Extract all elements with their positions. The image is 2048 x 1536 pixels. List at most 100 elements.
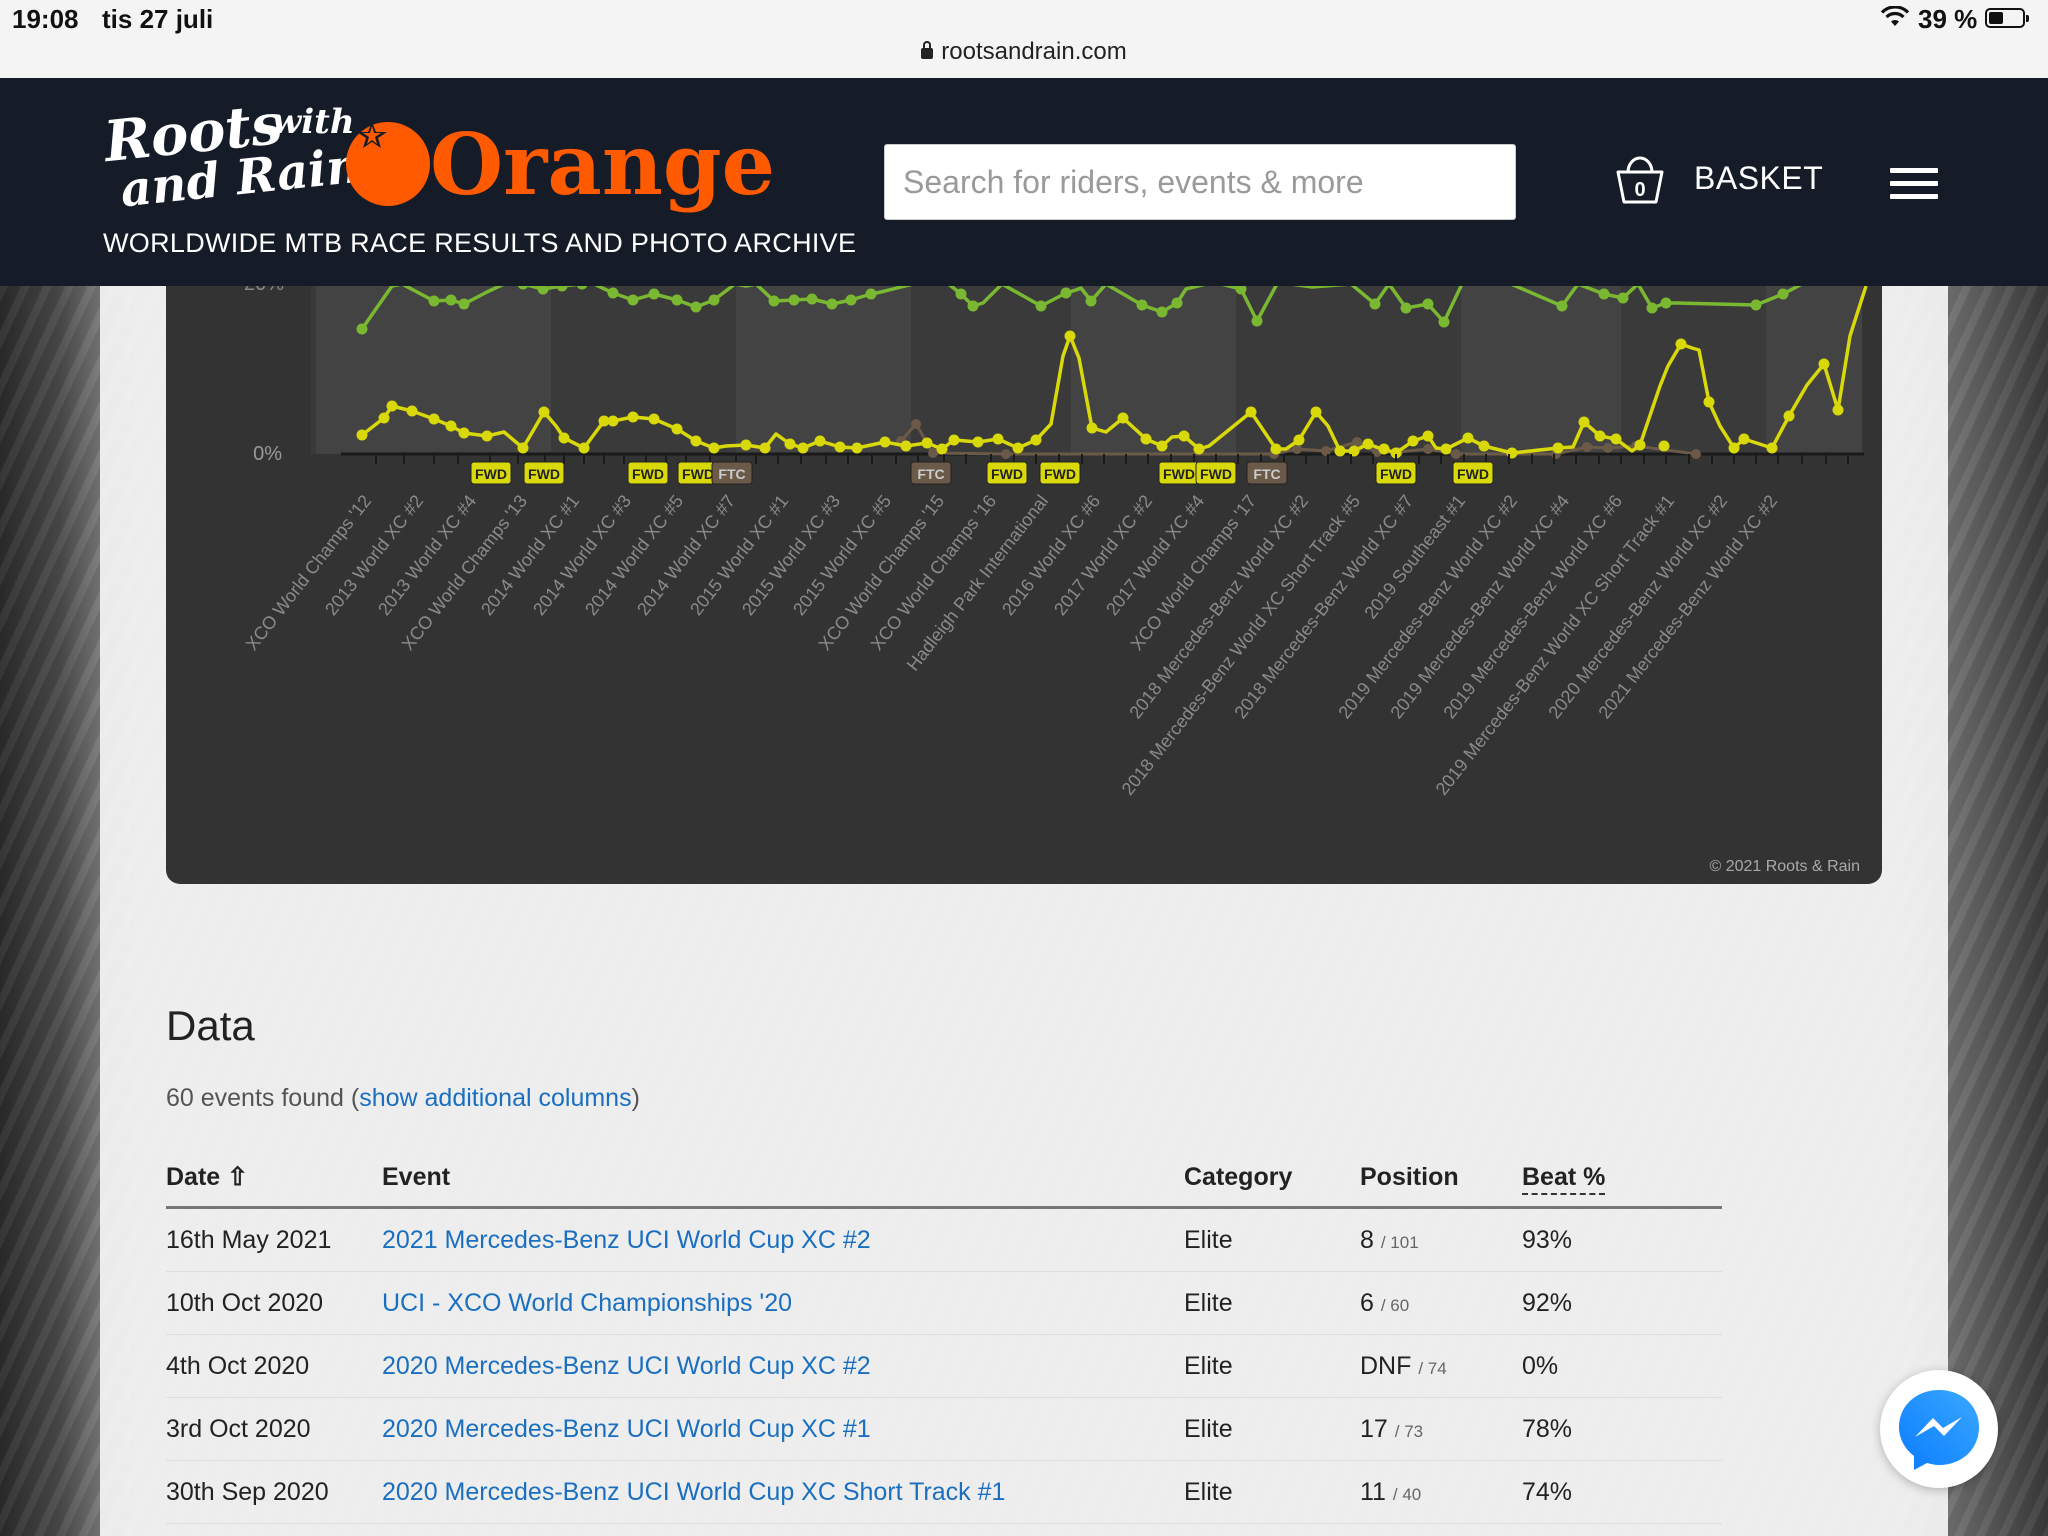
row-beat: 93% (1522, 1207, 1722, 1272)
table-row: 16th May 2021 2021 Mercedes-Benz UCI Worl… (166, 1207, 1722, 1272)
series-point (768, 295, 780, 307)
basket-label[interactable]: BASKET (1694, 160, 1823, 197)
chart-svg: 20%0%FWDFWDFWDFWDFTCFTCFWDFWDFWDFWDFTCFW… (242, 286, 1868, 799)
series-point (1610, 433, 1622, 445)
results-table: Date ⇧ Event Category Position Beat % 16… (166, 1148, 1722, 1524)
position-total: / 60 (1380, 1295, 1410, 1315)
series-point (648, 413, 660, 425)
event-badge-label: FWD (475, 466, 507, 482)
series-point (578, 442, 590, 454)
x-tick-label: 2013 World XC #2 (321, 491, 427, 619)
messenger-chat-button[interactable] (1880, 1370, 1998, 1488)
series-point (1270, 443, 1282, 455)
event-link[interactable]: 2020 Mercedes-Benz UCI World Cup XC Shor… (382, 1478, 1005, 1506)
series-point (1598, 288, 1610, 300)
events-found-text: 60 events found (show additional columns… (166, 1084, 640, 1113)
row-category: Elite (1184, 1271, 1360, 1335)
series-point (1171, 297, 1183, 309)
series-point (1422, 430, 1434, 442)
series-point (671, 423, 683, 435)
event-link[interactable]: 2021 Mercedes-Benz UCI World Cup XC #2 (382, 1226, 871, 1254)
series-point (911, 419, 921, 429)
show-additional-columns-link[interactable]: show additional columns (359, 1084, 631, 1112)
x-tick-label: 2014 World XC #5 (581, 491, 687, 619)
series-point (955, 288, 967, 300)
position-value: DNF (1360, 1351, 1412, 1380)
series-point (458, 427, 470, 439)
series-point (972, 436, 984, 448)
event-link[interactable]: UCI - XCO World Championships '20 (382, 1289, 792, 1317)
status-time: 19:08 (12, 4, 79, 34)
series-point (428, 295, 440, 307)
date-column-header[interactable]: Date ⇧ (166, 1148, 382, 1209)
orange-bikes-logo[interactable]: Orange BIKES (344, 114, 780, 214)
row-position: 11 / 40 (1360, 1460, 1522, 1524)
series-point (1001, 449, 1011, 459)
series-point (627, 294, 639, 306)
beat-column-header[interactable]: Beat % (1522, 1148, 1722, 1209)
table-row: 10th Oct 2020 UCI - XCO World Championshi… (166, 1271, 1722, 1335)
event-badge-label: FTC (718, 466, 745, 482)
x-tick-label: 2014 World XC #1 (477, 491, 583, 619)
hamburger-menu-icon[interactable] (1890, 168, 1938, 200)
logo-with-text: with (272, 102, 355, 142)
series-point (1603, 443, 1613, 453)
series-point (1783, 410, 1795, 422)
series-point (967, 300, 979, 312)
series-point (671, 294, 683, 306)
search-input[interactable] (884, 144, 1516, 220)
y-tick-label: 20% (244, 286, 284, 295)
x-tick-label: 2014 World XC #7 (633, 491, 739, 619)
series-point (1293, 434, 1305, 446)
series-point (879, 436, 891, 448)
series-point (1728, 442, 1740, 454)
status-bar: 19:08 tis 27 juli 39 % rootsandrain.com (0, 0, 2048, 78)
series-point (814, 435, 826, 447)
series-point (806, 293, 818, 305)
series-point (1440, 443, 1452, 455)
series-point (1400, 302, 1412, 314)
series-point (936, 443, 948, 455)
series-point (1438, 316, 1450, 328)
category-column-header[interactable]: Category (1184, 1148, 1360, 1209)
event-link[interactable]: 2020 Mercedes-Benz UCI World Cup XC #1 (382, 1415, 871, 1443)
series-point (759, 442, 771, 454)
position-total: / 73 (1394, 1421, 1424, 1441)
event-link[interactable]: 2020 Mercedes-Benz UCI World Cup XC #2 (382, 1352, 871, 1380)
season-band (316, 286, 551, 454)
series-point (826, 298, 838, 310)
series-point (1064, 330, 1076, 342)
position-value: 8 (1360, 1225, 1374, 1254)
events-count: 60 events found ( (166, 1084, 360, 1112)
series-point (1818, 358, 1830, 370)
performance-chart: 20%0%FWDFWDFWDFWDFTCFTCFWDFWDFWDFWDFTCFW… (166, 286, 1882, 884)
series-point (1462, 432, 1474, 444)
table-header-row: Date ⇧ Event Category Position Beat % (166, 1148, 1722, 1209)
row-event: UCI - XCO World Championships '20 (382, 1271, 1184, 1335)
series-point (1012, 442, 1024, 454)
event-badge-label: FWD (632, 466, 664, 482)
event-column-header[interactable]: Event (382, 1148, 1184, 1209)
table-row: 4th Oct 2020 2020 Mercedes-Benz UCI World… (166, 1334, 1722, 1398)
series-point (851, 442, 863, 454)
series-point (627, 411, 639, 423)
series-point (788, 294, 800, 306)
series-point (1451, 449, 1461, 459)
series-point (1352, 437, 1362, 447)
series-point (921, 437, 933, 449)
row-beat: 78% (1522, 1397, 1722, 1461)
basket-icon[interactable]: 0 (1612, 150, 1668, 206)
series-point (1634, 439, 1646, 451)
row-position: 6 / 60 (1360, 1271, 1522, 1335)
event-badge-label: FWD (1163, 466, 1195, 482)
series-point (1594, 430, 1606, 442)
row-category: Elite (1184, 1207, 1360, 1272)
series-point (1334, 445, 1346, 457)
event-badge-label: FWD (991, 466, 1023, 482)
address-bar[interactable]: rootsandrain.com (0, 38, 2048, 66)
x-tick-label: 2014 World XC #3 (529, 491, 635, 619)
row-date: 30th Sep 2020 (166, 1460, 382, 1524)
series-point (458, 298, 470, 310)
position-column-header[interactable]: Position (1360, 1148, 1522, 1209)
series-point (1750, 299, 1762, 311)
